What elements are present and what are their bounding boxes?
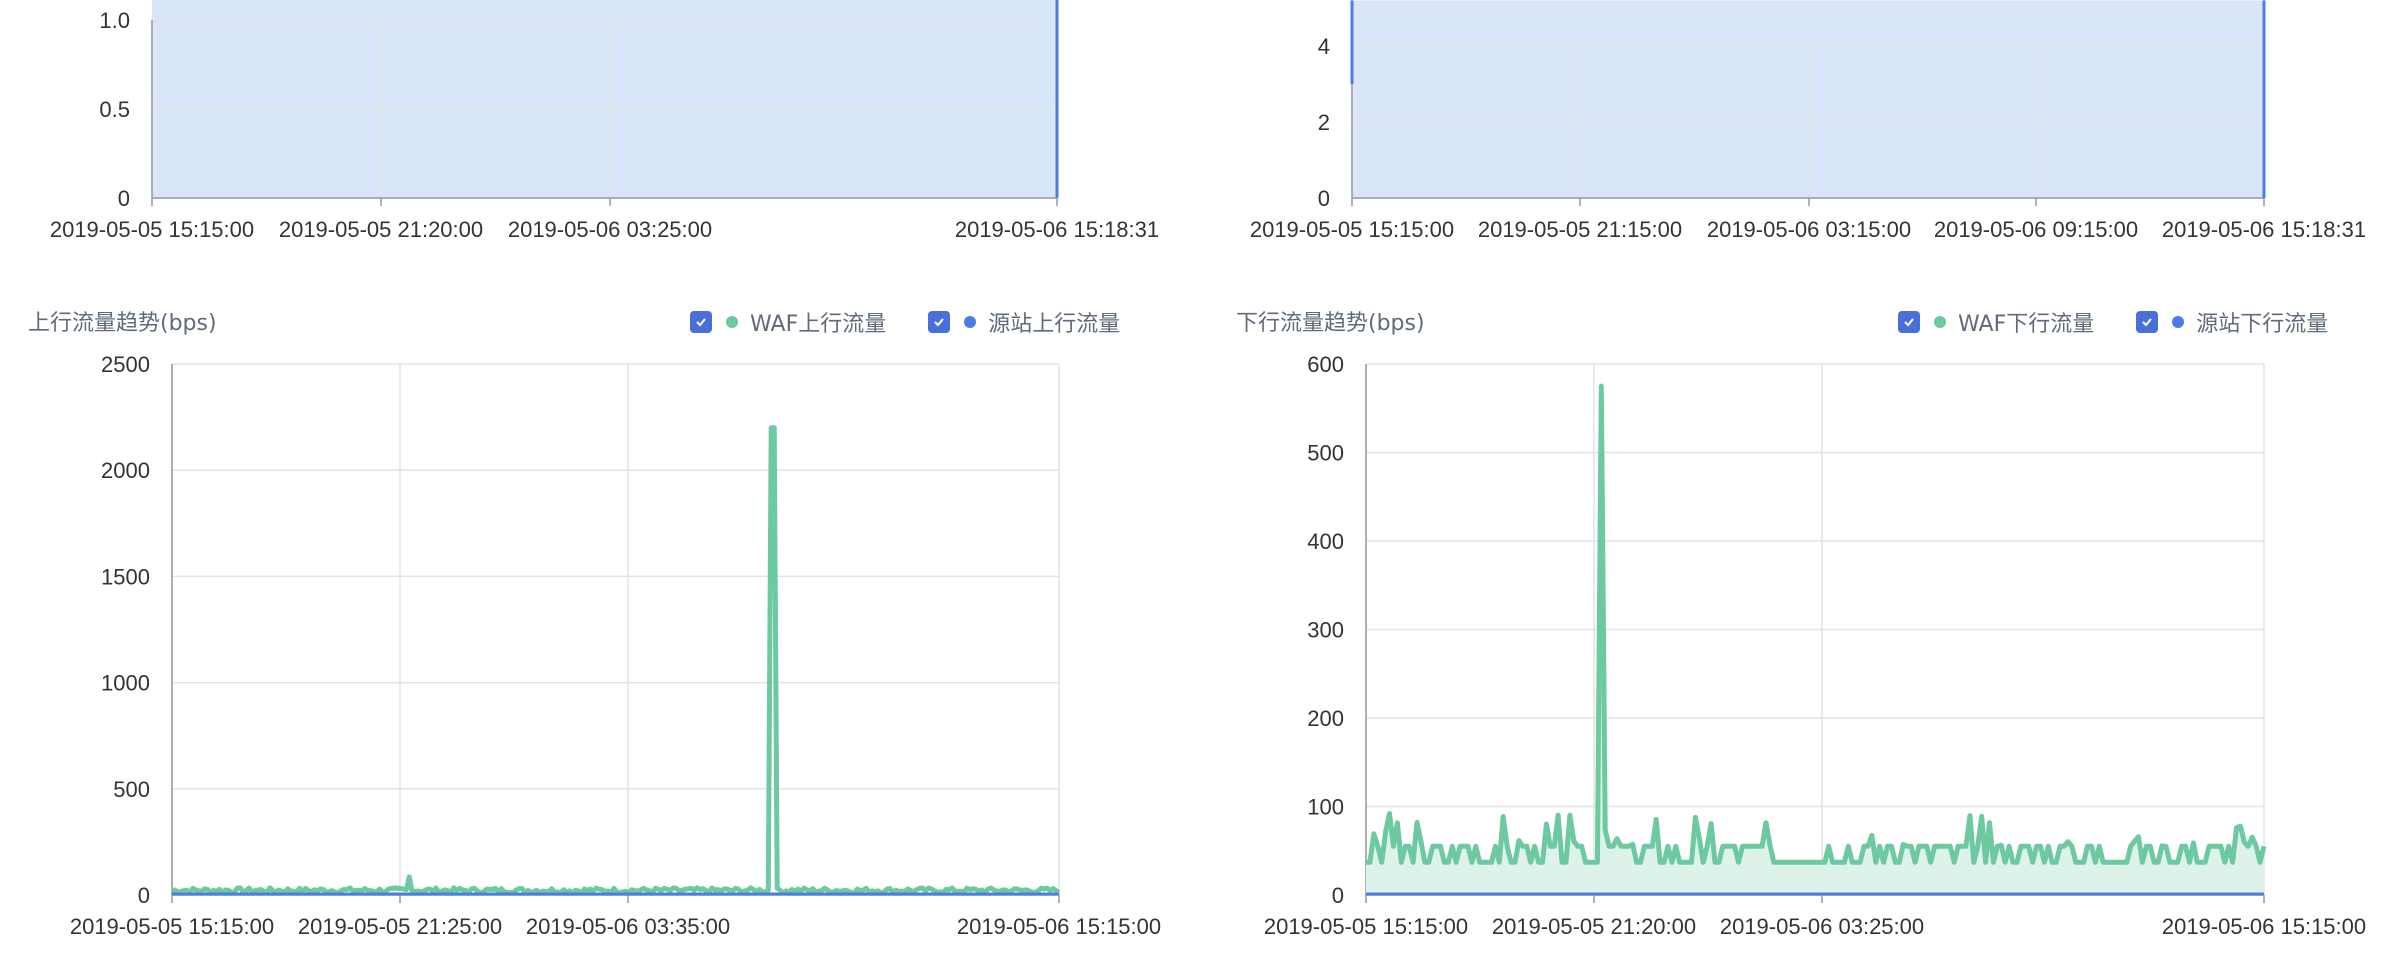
x-tick-label: 2019-05-05 21:15:00 <box>1478 217 1682 242</box>
x-tick-label: 2019-05-05 15:15:00 <box>1264 914 1468 939</box>
downstream-legend: WAF下行流量 源站下行流量 <box>1898 306 2328 338</box>
y-tick-label: 100 <box>1307 795 1344 820</box>
x-tick-label: 2019-05-06 15:18:31 <box>955 217 1159 242</box>
y-tick-label: 200 <box>1307 706 1344 731</box>
x-tick-label: 2019-05-05 15:15:00 <box>1250 217 1454 242</box>
x-tick-label: 2019-05-06 09:15:00 <box>1934 217 2138 242</box>
checkbox-checked-icon[interactable] <box>1898 311 1920 333</box>
y-tick-label: 0 <box>138 883 150 908</box>
legend-label: WAF下行流量 <box>1958 312 2095 337</box>
x-tick-label: 2019-05-06 03:25:00 <box>508 217 712 242</box>
top-left-chart: 0 0.5 1.0 2019-05-05 15:15:00 2019-05-05 21:… <box>50 0 1159 242</box>
y-tick-label: 1000 <box>101 671 150 696</box>
legend-item-origin-upstream[interactable]: 源站上行流量 <box>928 306 1120 338</box>
top-right-chart: 0 2 4 2019-05-05 15:15:00 2019-05-05 21:15:0… <box>1250 0 2366 242</box>
x-tick-label: 2019-05-05 21:25:00 <box>298 914 502 939</box>
x-tick-label: 2019-05-06 15:18:31 <box>2162 217 2366 242</box>
x-tick-label: 2019-05-06 03:15:00 <box>1707 217 1911 242</box>
upstream-chart: 0 500 1000 1500 2000 2500 2019-05-05 15:15:00 2… <box>70 352 1161 939</box>
legend-dot-icon <box>2172 316 2185 328</box>
checkbox-checked-icon[interactable] <box>928 311 951 333</box>
legend-label: 源站下行流量 <box>2196 312 2329 337</box>
x-tick-label: 2019-05-06 15:15:00 <box>957 914 1161 939</box>
legend-label: 源站上行流量 <box>988 312 1121 337</box>
x-tick-label: 2019-05-06 03:25:00 <box>1720 914 1924 939</box>
legend-dot-icon <box>1934 316 1946 328</box>
y-tick-label: 1500 <box>101 564 150 589</box>
y-tick-label: 1.0 <box>99 8 130 33</box>
area-fill <box>1352 0 2264 199</box>
x-tick-label: 2019-05-05 15:15:00 <box>70 914 274 939</box>
y-tick-label: 0.5 <box>99 97 130 122</box>
legend-item-waf-upstream[interactable]: WAF上行流量 <box>690 306 886 338</box>
checkbox-checked-icon[interactable] <box>2136 311 2159 333</box>
x-tick-label: 2019-05-05 15:15:00 <box>50 217 254 242</box>
legend-item-origin-downstream[interactable]: 源站下行流量 <box>2136 306 2328 338</box>
y-tick-label: 0 <box>118 186 130 211</box>
x-tick-label: 2019-05-06 15:15:00 <box>2162 914 2366 939</box>
y-tick-label: 0 <box>1318 186 1330 211</box>
y-tick-label: 4 <box>1318 34 1330 59</box>
downstream-chart: 0 100 200 300 400 500 600 2019-05-05 15:15:00 20… <box>1264 352 2366 939</box>
downstream-chart-title: 下行流量趋势(bps) <box>1236 311 1425 336</box>
y-tick-label: 600 <box>1307 352 1344 377</box>
y-tick-label: 300 <box>1307 618 1344 643</box>
series-line-waf-upstream <box>171 425 1061 896</box>
y-tick-label: 400 <box>1307 529 1344 554</box>
y-tick-label: 500 <box>1307 441 1344 466</box>
y-tick-label: 2500 <box>101 352 150 377</box>
upstream-chart-title: 上行流量趋势(bps) <box>28 311 217 336</box>
y-tick-label: 2000 <box>101 458 150 483</box>
x-tick-label: 2019-05-06 03:35:00 <box>526 914 730 939</box>
y-tick-label: 2 <box>1318 110 1330 135</box>
legend-label: WAF上行流量 <box>750 312 887 337</box>
y-tick-label: 500 <box>113 777 150 802</box>
upstream-legend: WAF上行流量 源站上行流量 <box>690 306 1120 338</box>
x-tick-label: 2019-05-05 21:20:00 <box>279 217 483 242</box>
legend-dot-icon <box>726 316 738 328</box>
x-tick-label: 2019-05-05 21:20:00 <box>1492 914 1696 939</box>
series-line-waf-downstream <box>1366 383 2267 865</box>
area-fill <box>152 0 1057 199</box>
legend-item-waf-downstream[interactable]: WAF下行流量 <box>1898 306 2094 338</box>
y-tick-label: 0 <box>1332 883 1344 908</box>
legend-dot-icon <box>964 316 977 328</box>
checkbox-checked-icon[interactable] <box>690 311 712 333</box>
